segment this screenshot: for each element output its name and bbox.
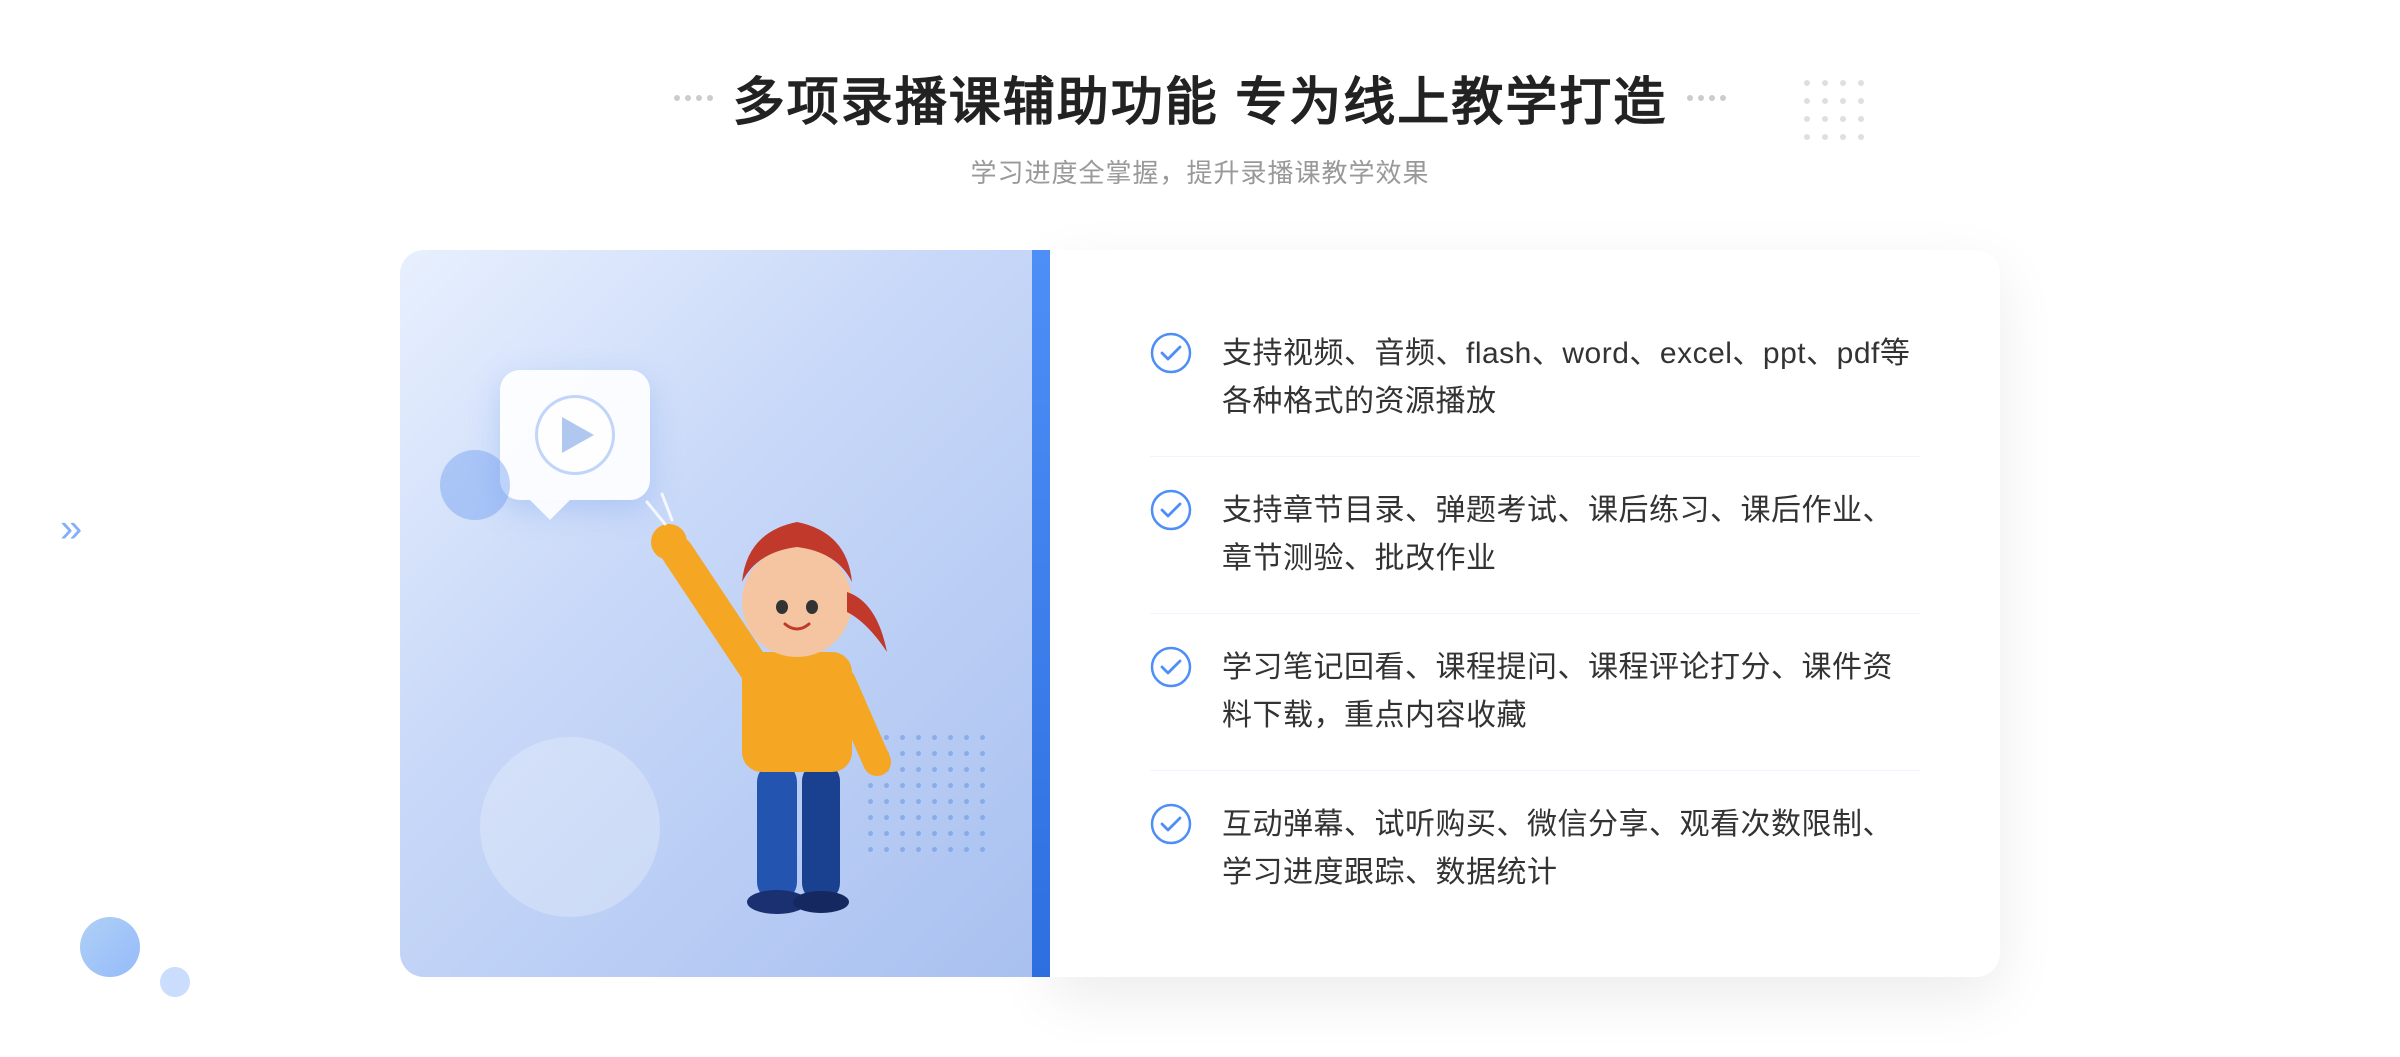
header-section: 多项录播课辅助功能 专为线上教学打造 学习进度全掌握，提升录播课教学效果 [674,60,1726,190]
deco-circle-small [160,967,190,997]
page-subtitle: 学习进度全掌握，提升录播课教学效果 [674,153,1726,190]
content-section: 支持视频、音频、flash、word、excel、ppt、pdf等各种格式的资源… [400,250,2000,977]
page-title: 多项录播课辅助功能 专为线上教学打造 [733,60,1667,135]
feature-item-3: 学习笔记回看、课程提问、课程评论打分、课件资料下载，重点内容收藏 [1150,614,1920,771]
illustration-area [400,250,1050,977]
circle-small-blue-decoration [440,450,510,520]
check-icon-1 [1150,332,1192,374]
person-illustration [617,452,977,977]
feature-text-2: 支持章节目录、弹题考试、课后练习、课后作业、章节测验、批改作业 [1222,487,1920,583]
feature-text-3: 学习笔记回看、课程提问、课程评论打分、课件资料下载，重点内容收藏 [1222,644,1920,740]
feature-text-1: 支持视频、音频、flash、word、excel、ppt、pdf等各种格式的资源… [1222,330,1920,426]
title-decoration-left [674,95,713,101]
blue-bar-decoration [1032,250,1050,977]
title-decoration-right [1687,95,1726,101]
feature-item-1: 支持视频、音频、flash、word、excel、ppt、pdf等各种格式的资源… [1150,300,1920,457]
deco-circle-bottom-left [80,917,140,977]
title-row: 多项录播课辅助功能 专为线上教学打造 [674,60,1726,135]
check-icon-2 [1150,489,1192,531]
play-triangle-icon [562,417,594,453]
dots-grid-right [1804,80,1870,146]
check-icon-3 [1150,646,1192,688]
page-container: » 多项录播课辅助功能 专为线上教学打造 学习进度全掌握，提升录播课教学效果 [0,0,2400,1057]
chevron-left-decoration: » [60,506,82,551]
feature-item-4: 互动弹幕、试听购买、微信分享、观看次数限制、学习进度跟踪、数据统计 [1150,771,1920,927]
play-icon-circle [535,395,615,475]
check-icon-4 [1150,803,1192,845]
feature-text-4: 互动弹幕、试听购买、微信分享、观看次数限制、学习进度跟踪、数据统计 [1222,801,1920,897]
feature-item-2: 支持章节目录、弹题考试、课后练习、课后作业、章节测验、批改作业 [1150,457,1920,614]
features-area: 支持视频、音频、flash、word、excel、ppt、pdf等各种格式的资源… [1050,250,2000,977]
